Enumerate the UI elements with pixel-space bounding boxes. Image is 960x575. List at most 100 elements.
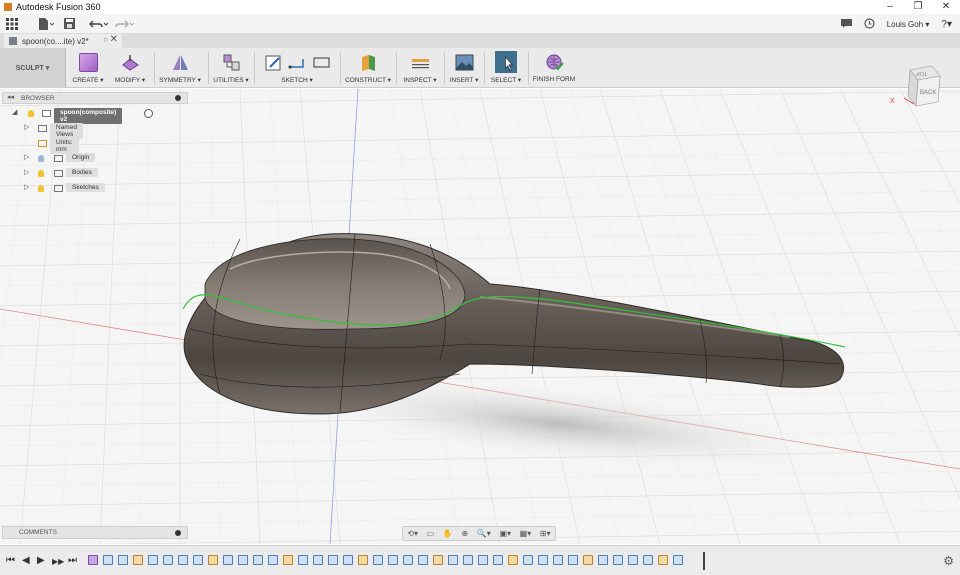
timeline-feature-icon[interactable] (328, 555, 338, 565)
create-group[interactable]: CREATE ▾ (70, 48, 106, 88)
timeline-feature-icon[interactable] (613, 555, 623, 565)
timeline-feature-icon[interactable] (538, 555, 548, 565)
view-cube[interactable]: TOP BACK X (890, 62, 946, 110)
timeline-feature-icon[interactable] (208, 555, 218, 565)
timeline-feature-icon[interactable] (148, 555, 158, 565)
timeline-feature-icon[interactable] (358, 555, 368, 565)
expand-arrow-icon[interactable]: ◢ (12, 108, 17, 116)
browser-header[interactable]: ◂◂ BROWSER (2, 92, 188, 104)
comments-panel[interactable]: COMMENTS (2, 526, 188, 539)
timeline-feature-icon[interactable] (508, 555, 518, 565)
zoom-icon[interactable]: ⊕ (461, 529, 468, 538)
canvas-viewport[interactable] (0, 89, 960, 544)
look-at-icon[interactable]: ▭ (427, 529, 435, 538)
timeline-marker[interactable] (703, 552, 705, 570)
minimize-button[interactable]: – (876, 0, 904, 14)
timeline-feature-icon[interactable] (478, 555, 488, 565)
modify-group[interactable]: MODIFY ▾ (112, 48, 148, 88)
timeline-feature-icon[interactable] (433, 555, 443, 565)
redo-icon[interactable] (115, 14, 135, 34)
expand-arrow-icon[interactable]: ▷ (24, 183, 29, 191)
close-tab-button[interactable]: ✕ (110, 34, 118, 45)
gear-icon[interactable]: ⚙ (943, 554, 954, 568)
visibility-bulb-icon[interactable] (38, 185, 44, 192)
timeline-feature-icon[interactable] (658, 555, 668, 565)
visibility-bulb-icon[interactable] (38, 170, 44, 177)
user-menu[interactable]: Louis Goh ▾ (887, 20, 930, 29)
help-menu[interactable]: ?▾ (941, 19, 952, 30)
collapse-browser-button[interactable]: ◂◂ (7, 93, 14, 101)
timeline-feature-icon[interactable] (403, 555, 413, 565)
browser-pin-icon[interactable] (175, 95, 181, 101)
timeline-feature-icon[interactable] (493, 555, 503, 565)
apps-grid-icon[interactable] (6, 14, 18, 34)
timeline-feature-icon[interactable] (163, 555, 173, 565)
timeline-feature-icon[interactable] (313, 555, 323, 565)
visibility-bulb-icon[interactable] (28, 110, 34, 117)
zoom-window-icon[interactable]: 🔍▾ (477, 529, 491, 538)
timeline-feature-icon[interactable] (343, 555, 353, 565)
grid-settings-icon[interactable]: ▦▾ (520, 529, 532, 538)
step-forward-button[interactable]: ▶▶ (52, 557, 64, 566)
expand-arrow-icon[interactable]: ▷ (24, 123, 29, 131)
expand-arrow-icon[interactable]: ▷ (24, 153, 29, 161)
finish-form-group[interactable]: FINISH FORM (532, 48, 576, 88)
pan-icon[interactable]: ✋ (443, 529, 453, 538)
timeline-feature-icon[interactable] (223, 555, 233, 565)
timeline-feature-icon[interactable] (88, 555, 98, 565)
select-group[interactable]: SELECT ▾ (488, 48, 524, 88)
job-status-icon[interactable] (864, 17, 875, 31)
step-back-button[interactable]: ◀ (22, 555, 30, 566)
go-to-end-button[interactable]: ⏭ (68, 555, 77, 566)
timeline-feature-icon[interactable] (553, 555, 563, 565)
document-tab[interactable]: spoon(co....ite) v2* ○ ✕ (4, 34, 122, 48)
timeline-feature-icon[interactable] (253, 555, 263, 565)
model-canvas[interactable] (0, 89, 960, 544)
timeline-feature-icon[interactable] (283, 555, 293, 565)
utilities-group[interactable]: UTILITIES ▾ (212, 48, 250, 88)
activate-component-icon[interactable] (144, 109, 153, 118)
sketch-group[interactable]: SKETCH ▾ (258, 48, 336, 88)
expand-arrow-icon[interactable]: ▷ (24, 168, 29, 176)
timeline-feature-icon[interactable] (583, 555, 593, 565)
inspect-group[interactable]: INSPECT ▾ (400, 48, 440, 88)
timeline-feature-icon[interactable] (418, 555, 428, 565)
timeline-feature-icon[interactable] (118, 555, 128, 565)
undo-icon[interactable] (89, 14, 109, 34)
viewports-icon[interactable]: ⊞▾ (540, 529, 551, 538)
timeline-feature-icon[interactable] (598, 555, 608, 565)
timeline-feature-icon[interactable] (463, 555, 473, 565)
view-cube-top-label[interactable]: TOP (916, 70, 927, 76)
workspace-switcher[interactable]: SCULPT ▾ (0, 48, 66, 88)
insert-group[interactable]: INSERT ▾ (448, 48, 480, 88)
file-icon[interactable] (38, 14, 54, 34)
timeline-feature-icon[interactable] (193, 555, 203, 565)
symmetry-group[interactable]: SYMMETRY ▾ (158, 48, 202, 88)
close-window-button[interactable]: ✕ (932, 0, 960, 14)
go-to-start-button[interactable]: ⏮ (6, 555, 15, 566)
timeline-feature-icon[interactable] (103, 555, 113, 565)
construct-group[interactable]: CONSTRUCT ▾ (344, 48, 392, 88)
comments-pin-icon[interactable] (175, 530, 181, 536)
timeline-feature-icon[interactable] (373, 555, 383, 565)
timeline-feature-icon[interactable] (238, 555, 248, 565)
timeline-feature-icon[interactable] (673, 555, 683, 565)
timeline-feature-icon[interactable] (628, 555, 638, 565)
restore-button[interactable]: ❐ (904, 0, 932, 14)
view-cube-back-label[interactable]: BACK (920, 90, 936, 96)
timeline-feature-icon[interactable] (133, 555, 143, 565)
timeline-feature-icon[interactable] (643, 555, 653, 565)
display-settings-icon[interactable]: ▣▾ (499, 529, 511, 538)
timeline-feature-icon[interactable] (388, 555, 398, 565)
visibility-bulb-icon[interactable] (38, 155, 44, 162)
comment-icon[interactable] (840, 18, 852, 30)
timeline-feature-icon[interactable] (178, 555, 188, 565)
play-button[interactable]: ▶ (37, 555, 45, 566)
timeline-feature-icon[interactable] (268, 555, 278, 565)
timeline-feature-icon[interactable] (298, 555, 308, 565)
timeline-feature-icon[interactable] (568, 555, 578, 565)
timeline-feature-icon[interactable] (523, 555, 533, 565)
timeline-feature-icon[interactable] (448, 555, 458, 565)
save-icon[interactable] (64, 14, 75, 34)
timeline-track[interactable] (88, 555, 708, 567)
